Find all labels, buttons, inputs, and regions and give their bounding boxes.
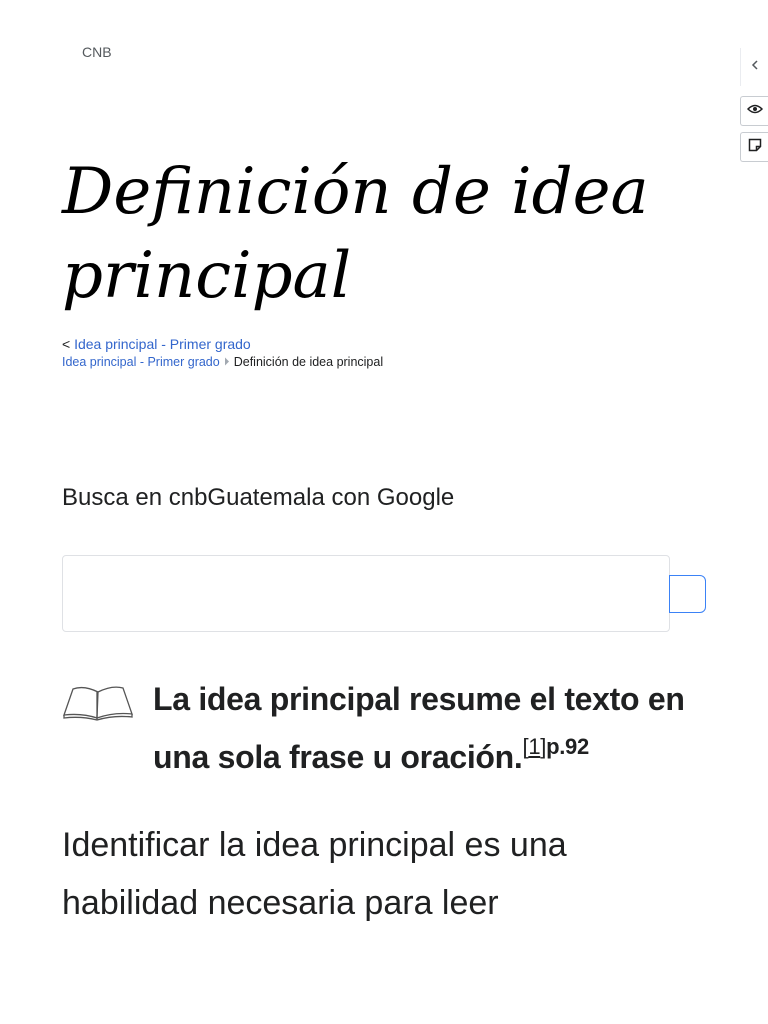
callout-text: La idea principal resume el texto en una…: [153, 681, 685, 775]
citation: [1]p.92: [523, 734, 590, 759]
breadcrumb-current: Definición de idea principal: [233, 355, 384, 369]
page-title: Definición de idea principal: [62, 155, 649, 313]
breadcrumb-parent[interactable]: Idea principal - Primer grado: [62, 355, 220, 369]
collapse-button[interactable]: [740, 48, 768, 86]
open-book-icon: [62, 682, 134, 722]
breadcrumb: Idea principal - Primer grado Definición…: [62, 355, 383, 369]
citation-page: p.92: [546, 734, 589, 759]
page: CNB Definición de idea principal < Idea …: [0, 0, 768, 1024]
back-link-anchor[interactable]: Idea principal - Primer grado: [74, 336, 251, 352]
chevron-left-icon: [750, 58, 760, 76]
citation-link[interactable]: 1: [528, 734, 540, 759]
search-input[interactable]: [62, 555, 670, 632]
search-label: Busca en cnbGuatemala con Google: [62, 484, 455, 511]
back-link: < Idea principal - Primer grado: [62, 336, 251, 352]
search-button[interactable]: [669, 575, 706, 613]
eye-icon: [746, 102, 763, 120]
breadcrumb-arrow-icon: [224, 355, 230, 369]
view-button[interactable]: [740, 96, 768, 126]
body-paragraph: Identificar la idea principal es una hab…: [62, 826, 567, 922]
back-prefix: <: [62, 336, 71, 352]
callout-quote: La idea principal resume el texto en una…: [153, 670, 733, 786]
note-icon: [748, 138, 762, 157]
site-name[interactable]: CNB: [82, 44, 112, 60]
note-button[interactable]: [740, 132, 768, 162]
